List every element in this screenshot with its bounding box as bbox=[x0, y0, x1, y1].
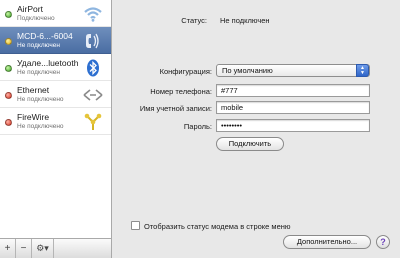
account-name-label: Имя учетной записи: bbox=[139, 104, 212, 113]
configuration-value: По умолчанию bbox=[222, 66, 273, 75]
password-label: Пароль: bbox=[183, 122, 212, 131]
configuration-popup[interactable]: По умолчанию ▲ ▼ bbox=[216, 64, 370, 77]
sidebar-bottom-bar: + − ⚙▾ bbox=[0, 238, 111, 258]
popup-arrows-icon: ▲ ▼ bbox=[356, 64, 369, 77]
status-dot-yellow bbox=[5, 38, 12, 45]
service-row-airport[interactable]: AirPort Подключено bbox=[0, 0, 111, 27]
service-row-ethernet[interactable]: Ethernet Не подключено bbox=[0, 81, 111, 108]
firewire-icon bbox=[83, 112, 103, 132]
phone-number-label: Номер телефона: bbox=[150, 87, 212, 96]
phone-number-field[interactable]: #777 bbox=[216, 84, 370, 97]
account-name-field[interactable]: mobile bbox=[216, 101, 370, 114]
modem-phone-icon bbox=[83, 31, 103, 51]
password-field[interactable]: •••••••• bbox=[216, 119, 370, 132]
service-row-firewire[interactable]: FireWire Не подключено bbox=[0, 108, 111, 135]
show-modem-status-checkbox[interactable] bbox=[131, 221, 140, 230]
add-service-button[interactable]: + bbox=[0, 239, 16, 258]
services-list: AirPort Подключено MCD-6...-6004 Не подк… bbox=[0, 0, 111, 238]
service-status: Не подключен bbox=[17, 42, 60, 49]
connect-button[interactable]: Подключить bbox=[216, 137, 284, 151]
status-dot-red bbox=[5, 92, 12, 99]
service-name: Ethernet bbox=[17, 85, 50, 95]
status-dot-red bbox=[5, 119, 12, 126]
show-modem-status-label: Отобразить статус модема в строке меню bbox=[144, 222, 291, 231]
service-row-bluetooth[interactable]: Удале...luetooth Не подключен bbox=[0, 54, 111, 81]
status-value: Не подключен bbox=[220, 16, 270, 25]
status-dot-green bbox=[5, 11, 12, 18]
remove-service-button[interactable]: − bbox=[16, 239, 32, 258]
service-name: Удале...luetooth bbox=[17, 58, 79, 68]
service-status: Не подключен bbox=[17, 69, 60, 76]
gear-menu-button[interactable]: ⚙▾ bbox=[32, 239, 54, 258]
service-row-modem[interactable]: MCD-6...-6004 Не подключен bbox=[0, 27, 111, 54]
bluetooth-icon bbox=[83, 58, 103, 78]
status-dot-green bbox=[5, 65, 12, 72]
service-name: FireWire bbox=[17, 112, 50, 122]
service-status: Не подключено bbox=[17, 123, 64, 130]
ethernet-icon bbox=[83, 85, 103, 105]
advanced-button[interactable]: Дополнительно... bbox=[283, 235, 371, 249]
service-status: Не подключено bbox=[17, 96, 64, 103]
configuration-label: Конфигурация: bbox=[159, 67, 212, 76]
service-name: AirPort bbox=[17, 4, 43, 14]
services-sidebar: AirPort Подключено MCD-6...-6004 Не подк… bbox=[0, 0, 112, 258]
service-name: MCD-6...-6004 bbox=[17, 31, 73, 41]
service-status: Подключено bbox=[17, 15, 55, 22]
status-label: Статус: bbox=[181, 16, 207, 25]
help-icon[interactable]: ? bbox=[376, 235, 390, 249]
wifi-icon bbox=[83, 4, 103, 24]
